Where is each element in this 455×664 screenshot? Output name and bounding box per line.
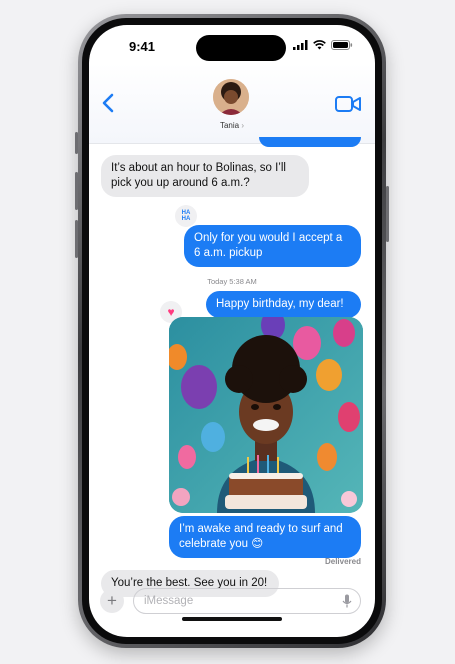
signal-icon bbox=[293, 40, 308, 50]
timestamp: Today 5:38 AM bbox=[207, 277, 257, 286]
haha-tapback-icon[interactable]: HA HA bbox=[175, 205, 197, 227]
sent-message[interactable]: I’m awake and ready to surf and celebrat… bbox=[169, 516, 361, 558]
contact-name[interactable]: Tania › bbox=[89, 121, 375, 130]
chevron-right-icon: › bbox=[241, 121, 245, 130]
back-chevron-icon[interactable] bbox=[101, 93, 115, 113]
delivered-status: Delivered bbox=[324, 557, 361, 566]
sent-message[interactable]: Happy birthday, my dear! bbox=[206, 291, 361, 318]
message-input-placeholder: iMessage bbox=[144, 595, 194, 607]
compose-bar: + iMessage bbox=[89, 583, 375, 637]
birthday-image[interactable] bbox=[169, 317, 363, 513]
contact-avatar[interactable] bbox=[213, 79, 249, 115]
home-indicator[interactable] bbox=[182, 617, 282, 621]
video-call-icon[interactable] bbox=[335, 95, 361, 113]
messages-screen: 9:41 Tania › It’s about an hour to Bolin… bbox=[89, 25, 375, 637]
action-button bbox=[75, 132, 78, 154]
sent-message[interactable]: Only for you would I accept a 6 a.m. pic… bbox=[184, 225, 361, 267]
wifi-icon bbox=[313, 40, 326, 50]
power-button bbox=[386, 186, 389, 242]
plus-icon[interactable]: + bbox=[100, 589, 124, 613]
microphone-icon[interactable] bbox=[342, 594, 352, 609]
status-icons bbox=[293, 40, 353, 50]
message-text: I’m awake and ready to surf and celebrat… bbox=[179, 523, 343, 550]
previous-sent-bubble bbox=[259, 137, 361, 147]
message-text: Only for you would I accept a 6 a.m. pic… bbox=[194, 232, 343, 259]
volume-up-button bbox=[75, 172, 78, 210]
message-list[interactable]: It’s about an hour to Bolinas, so I’ll p… bbox=[89, 137, 375, 597]
status-time: 9:41 bbox=[129, 39, 156, 54]
message-text: Happy birthday, my dear! bbox=[216, 298, 344, 310]
battery-icon bbox=[331, 40, 353, 50]
phone-frame: 9:41 Tania › It’s about an hour to Bolin… bbox=[75, 14, 389, 648]
message-text: It’s about an hour to Bolinas, so I’ll p… bbox=[111, 162, 286, 189]
volume-down-button bbox=[75, 220, 78, 258]
dynamic-island bbox=[196, 35, 286, 61]
message-input[interactable]: iMessage bbox=[133, 588, 361, 614]
contact-name-label: Tania bbox=[219, 121, 240, 130]
received-message[interactable]: It’s about an hour to Bolinas, so I’ll p… bbox=[101, 155, 309, 197]
conversation-header: Tania › bbox=[89, 63, 375, 144]
